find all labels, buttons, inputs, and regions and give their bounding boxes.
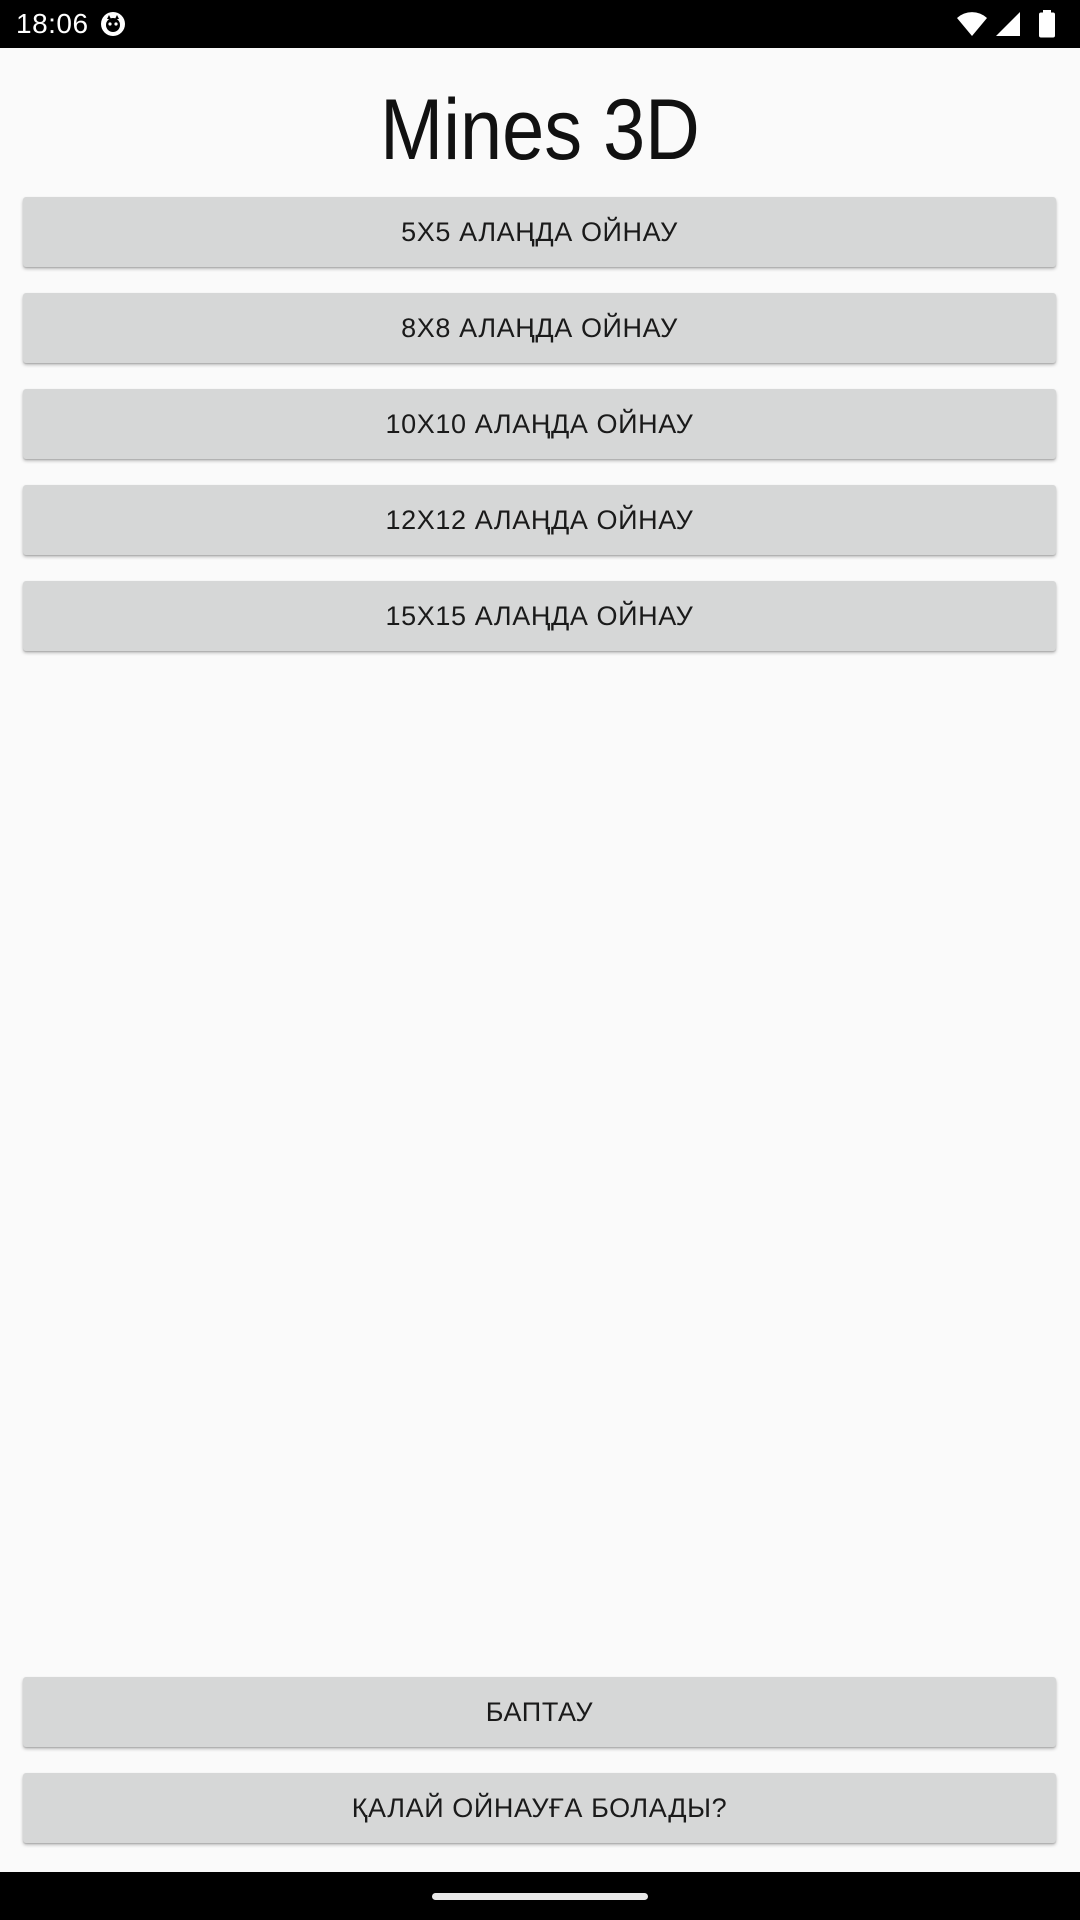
app-title: Mines 3D [380,82,700,178]
settings-button[interactable]: БАПТАУ [23,1677,1056,1747]
status-time: 18:06 [16,8,89,39]
navigation-bar [0,1872,1080,1920]
wifi-icon [957,12,987,37]
battery-icon [1039,10,1055,38]
app-notification-icon [101,12,125,36]
play-10x10-button[interactable]: 10X10 АЛАҢДА ОЙНАУ [23,389,1056,459]
home-gesture-handle[interactable] [432,1893,648,1900]
play-15x15-button[interactable]: 15X15 АЛАҢДА ОЙНАУ [23,581,1056,651]
play-8x8-button[interactable]: 8X8 АЛАҢДА ОЙНАУ [23,293,1056,363]
status-bar: 18:06 [0,0,1080,48]
play-5x5-button[interactable]: 5X5 АЛАҢДА ОЙНАУ [23,197,1056,267]
how-to-play-button[interactable]: ҚАЛАЙ ОЙНАУҒА БОЛАДЫ? [23,1773,1056,1843]
play-12x12-button[interactable]: 12X12 АЛАҢДА ОЙНАУ [23,485,1056,555]
signal-icon [996,12,1020,36]
